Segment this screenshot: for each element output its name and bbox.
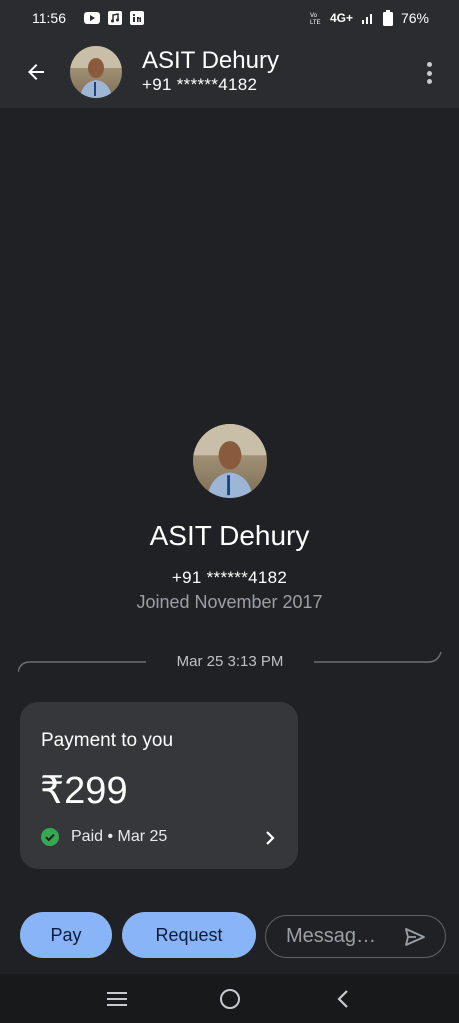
pay-button[interactable]: Pay (20, 912, 112, 958)
svg-text:Vo: Vo (310, 13, 318, 19)
payment-amount: ₹299 (40, 770, 128, 812)
network-type: 4G+ (329, 11, 353, 25)
profile-phone: +91 ******4182 (171, 568, 288, 587)
header-contact[interactable]: ASIT Dehury +91 ******4182 (142, 48, 279, 96)
chevron-right-icon (264, 828, 276, 853)
app-header: ASIT Dehury +91 ******4182 (0, 36, 459, 108)
request-button[interactable]: Request (122, 912, 256, 958)
battery-percent: 76% (400, 10, 429, 26)
action-bar: Pay Request (20, 912, 446, 958)
payment-status: Paid • Mar 25 (41, 828, 167, 846)
send-icon[interactable] (403, 925, 427, 954)
status-bar: 11:56 Vo LTE 4G+ 76% (0, 0, 459, 36)
system-nav-bar (0, 974, 459, 1023)
avatar[interactable] (70, 46, 122, 98)
svg-text:LTE: LTE (310, 20, 321, 25)
check-circle-icon (41, 828, 59, 846)
recents-icon[interactable] (97, 979, 137, 1019)
payment-card[interactable]: Payment to you ₹299 Paid • Mar 25 (20, 702, 298, 869)
payment-title: Payment to you (41, 730, 174, 751)
battery-icon (382, 10, 393, 26)
profile-joined: Joined November 2017 (136, 592, 323, 612)
message-field[interactable] (265, 915, 446, 958)
profile-section: ASIT Dehury +91 ******4182 Joined Novemb… (0, 424, 459, 613)
music-icon (108, 11, 122, 25)
payment-status-text: Paid • Mar 25 (71, 828, 168, 845)
linkedin-icon (130, 11, 144, 25)
status-time: 11:56 (32, 10, 66, 26)
profile-name: ASIT Dehury (149, 520, 310, 551)
date-divider-text: Mar 25 3:13 PM (176, 653, 284, 670)
message-input[interactable] (286, 925, 396, 948)
signal-icon (361, 11, 375, 25)
profile-avatar (192, 424, 267, 498)
arrow-back-icon (28, 64, 44, 80)
status-left: 11:56 (32, 10, 144, 26)
youtube-icon (84, 12, 100, 24)
status-right: Vo LTE 4G+ 76% (310, 10, 429, 26)
contact-phone: +91 ******4182 (142, 75, 258, 94)
contact-name: ASIT Dehury (142, 47, 279, 74)
volte-icon: Vo LTE (310, 11, 322, 25)
more-vert-icon[interactable] (419, 60, 439, 86)
back-nav-icon[interactable] (323, 979, 363, 1019)
home-icon[interactable] (210, 979, 250, 1019)
date-divider: Mar 25 3:13 PM (18, 648, 442, 676)
back-button[interactable] (0, 36, 72, 108)
